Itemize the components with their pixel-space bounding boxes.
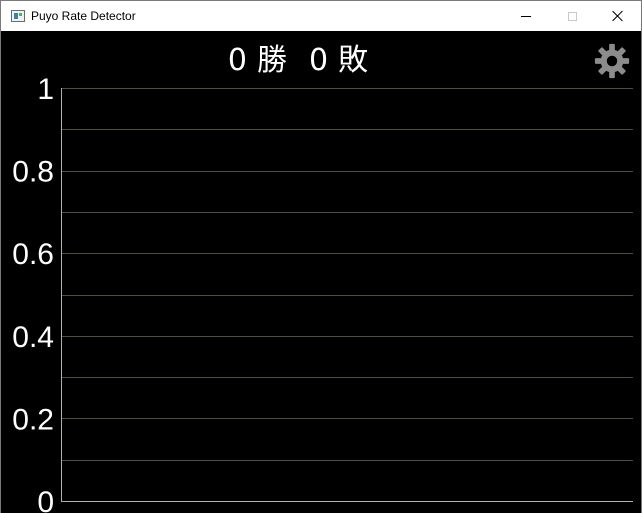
maximize-button[interactable]	[549, 1, 595, 31]
ytick-label: 1	[37, 73, 54, 106]
app-window: Puyo Rate Detector 0勝0敗 0 0.2 0.4 0.6 0.…	[0, 0, 642, 513]
ytick-label: 0.6	[12, 238, 54, 271]
win-rate-chart: 0 0.2 0.4 0.6 0.8 1	[12, 73, 633, 513]
window-title: Puyo Rate Detector	[31, 9, 136, 23]
main-content: 0勝0敗 0 0.2 0.4 0.6 0.8 1	[1, 31, 641, 513]
maximize-icon	[567, 11, 577, 21]
minimize-button[interactable]	[503, 1, 549, 31]
close-icon	[612, 10, 624, 22]
chart-axes	[61, 88, 633, 502]
chart-ytick-labels: 0 0.2 0.4 0.6 0.8 1	[12, 73, 54, 513]
minimize-icon	[521, 15, 531, 17]
ytick-label: 0.2	[12, 403, 54, 436]
ytick-label: 0.8	[12, 156, 54, 189]
ytick-label: 0	[37, 486, 54, 513]
app-window-icon	[11, 10, 25, 22]
ytick-label: 0.4	[12, 321, 54, 354]
chart-gridlines	[61, 88, 633, 461]
close-button[interactable]	[595, 1, 641, 31]
title-bar[interactable]: Puyo Rate Detector	[1, 1, 641, 31]
